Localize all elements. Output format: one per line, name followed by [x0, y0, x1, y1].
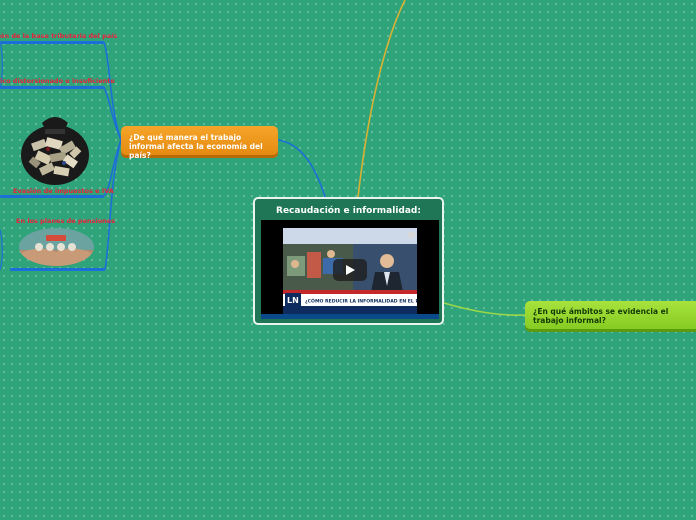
money-bag-image — [20, 111, 90, 185]
subtopic-pensions-underline — [10, 268, 105, 271]
play-button[interactable] — [333, 259, 367, 281]
pension-hands-image — [19, 228, 94, 266]
subtopic-distorted-underline — [0, 86, 104, 89]
connector-central-up — [357, 0, 406, 198]
subtopic-distorted-label[interactable]: ico distorsionado e insuficiente — [0, 77, 115, 85]
connector-economy-sub4 — [104, 139, 122, 271]
connector-economy-sub1 — [103, 41, 122, 141]
subtopic-tax-evasion-label[interactable]: Evasión de impuestos e IVA — [13, 187, 114, 195]
video-channel-logo: LN — [287, 296, 299, 305]
video-progress-bar — [261, 314, 439, 319]
connector-central-economy — [277, 139, 326, 198]
connector-left-2 — [0, 229, 3, 271]
subtopic-tax-base-label[interactable]: ón de la base tributaria del país — [0, 32, 117, 40]
central-title: Recaudación e informalidad: — [276, 206, 421, 216]
topic-areas-evidence[interactable]: ¿En qué ámbitos se evidencia el trabajo … — [525, 301, 696, 329]
subtopic-tax-base-underline — [0, 41, 104, 44]
topic-areas-text: ¿En qué ámbitos se evidencia el trabajo … — [533, 307, 669, 325]
connector-central-areas — [443, 302, 526, 316]
subtopic-tax-evasion-underline — [0, 195, 104, 198]
topic-economy-impact[interactable]: ¿De qué manera el trabajo informal afect… — [121, 126, 278, 160]
central-node[interactable]: Recaudación e informalidad: LN ¿CÓMO RED… — [253, 197, 444, 325]
subtopic-pensions-label[interactable]: En los planes de pensiones — [16, 217, 115, 225]
video-player[interactable]: LN ¿CÓMO REDUCIR LA INFORMALIDAD EN EL P… — [261, 220, 439, 319]
